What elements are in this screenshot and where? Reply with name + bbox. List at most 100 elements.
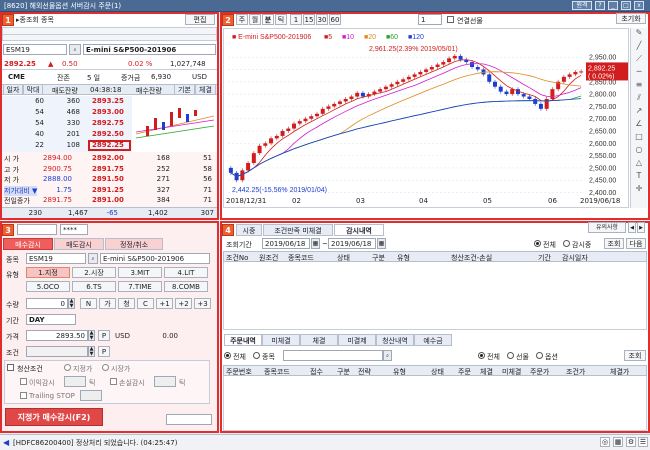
status-icon-c[interactable]: ⚙ [626,437,636,447]
period-input[interactable]: DAY [26,314,76,325]
interval-button[interactable]: 1 [290,14,302,25]
circle-tool-icon[interactable]: ○ [631,145,647,158]
order-search-icon[interactable]: ⌕ [88,253,98,264]
line-tool-icon[interactable]: ╱ [631,41,647,54]
qty-quick-button[interactable]: 청 [118,298,135,309]
order-radio-options[interactable] [536,352,543,359]
bid-price[interactable]: 2891.50 [92,175,124,183]
profit-checkbox[interactable] [20,378,27,385]
bid-price[interactable]: 2891.00 [92,196,124,204]
tab-daily[interactable]: 일자 [3,84,23,95]
calendar-icon-2[interactable]: ▦ [377,238,386,249]
profit-input[interactable] [64,376,86,387]
period-button[interactable]: 틱 [275,14,287,25]
order-symbol-filter[interactable] [283,350,383,361]
order-query-button[interactable]: 조회 [624,350,646,361]
radio-watching[interactable] [563,240,570,247]
symbol-input[interactable]: ESM19 [3,44,67,55]
period-button[interactable]: 월 [249,14,261,25]
qty-quick-button[interactable]: +2 [175,298,192,309]
watch-table-body[interactable] [223,262,647,330]
order-radio-symbol[interactable] [253,352,260,359]
cond-input[interactable] [26,346,88,357]
scroll-right-icon[interactable]: ▶ [637,222,645,233]
qty-quick-button[interactable]: +3 [194,298,211,309]
order-tab[interactable]: 청산내역 [376,334,414,346]
next-button[interactable]: 다음 [626,238,646,249]
ask-price[interactable]: 2893.25 [92,97,124,105]
cond-p-button[interactable]: P [98,346,110,357]
arrow-icon[interactable]: ↗ [631,106,647,119]
order-tab[interactable]: 예수금 [414,334,452,346]
chart-area[interactable]: 2,950.002,900.002,850.002,800.002,750.00… [223,28,629,208]
bid-price[interactable]: 2892.00 [92,154,124,162]
qty-input[interactable]: 0 [26,298,68,309]
status-icon-d[interactable]: ☰ [638,437,648,447]
price-input[interactable]: 2893.50 [26,330,88,341]
toggle-trades[interactable]: 체결 [195,84,216,95]
help-button[interactable]: ? [595,1,605,10]
order-type-button[interactable]: 3.MIT [118,267,162,278]
calendar-icon[interactable]: ▦ [311,238,320,249]
date-from[interactable]: 2019/06/18 [262,238,310,249]
toggle-basic[interactable]: 기본 [174,84,195,95]
trailing-input[interactable] [80,390,102,401]
pen-icon[interactable]: ✎ [631,28,647,41]
minimize-button[interactable]: _ [608,1,618,10]
status-icon-a[interactable]: ◎ [600,437,610,447]
bid-price[interactable]: 2891.75 [92,165,124,173]
scroll-left-icon[interactable]: ◀ [628,222,636,233]
interval-combo[interactable]: 1 [418,14,442,25]
liquidation-checkbox[interactable] [7,364,14,371]
order-type-button[interactable]: 1.지정 [26,267,70,278]
account-combo[interactable] [17,224,57,235]
cond-stepper[interactable]: ▲ ▼ [88,346,95,357]
qty-quick-button[interactable]: C [137,298,154,309]
tab-condition-met[interactable]: 조건만족 미체결 [263,224,333,236]
order-type-button[interactable]: 7.TIME [118,281,162,292]
period-button[interactable]: 주 [236,14,248,25]
status-icon-b[interactable]: ▦ [613,437,623,447]
password-field[interactable]: **** [60,224,88,235]
order-radio-all[interactable] [224,352,231,359]
order-type-button[interactable]: 2.시장 [72,267,116,278]
order-tab[interactable]: 주문내역 [224,334,262,346]
order-tab[interactable]: 미결제 [338,334,376,346]
reset-button[interactable]: 초기화 [616,13,646,24]
radio-limit[interactable] [64,364,71,371]
period-button[interactable]: 분 [262,14,274,25]
order-table-body[interactable] [223,376,647,431]
order-type-button[interactable]: 6.TS [72,281,116,292]
interval-button[interactable]: 60 [329,14,341,25]
horizontal-line-icon[interactable]: ─ [631,67,647,80]
order-type-button[interactable]: 8.COMB [164,281,208,292]
order-filter-search-icon[interactable]: ⌕ [383,350,392,361]
caution-button[interactable]: 유의사항 [588,222,626,233]
search-icon[interactable]: ⌕ [69,44,81,55]
trailing-checkbox[interactable] [20,392,27,399]
price-p-button[interactable]: P [98,330,110,341]
submit-buy-watch-button[interactable]: 지정가 매수감시(F2) [5,408,103,426]
qty-quick-button[interactable]: 가 [99,298,116,309]
rect-tool-icon[interactable]: □ [631,132,647,145]
order-type-button[interactable]: 5.OCO [26,281,70,292]
loss-checkbox[interactable] [110,378,117,385]
tab-watch-history[interactable]: 감시내역 [334,224,384,236]
qty-quick-button[interactable]: +1 [156,298,173,309]
order-tab[interactable]: 미체결 [262,334,300,346]
maximize-button[interactable]: □ [621,1,631,10]
order-type-button[interactable]: 4.LIT [164,267,208,278]
interval-button[interactable]: 30 [316,14,328,25]
trend-tool-icon[interactable]: ⟋ [631,54,647,67]
tab-sell-watch[interactable]: 매도감시 [54,238,104,250]
qty-stepper[interactable]: ▲ ▼ [68,298,75,309]
ask-price[interactable]: 2892.75 [92,119,124,127]
order-radio-b-all[interactable] [478,352,485,359]
angle-icon[interactable]: ∠ [631,119,647,132]
fibo-icon[interactable]: ≡ [631,80,647,93]
close-button[interactable]: x [634,1,644,10]
loss-input[interactable] [154,376,176,387]
order-symbol-input[interactable]: ESM19 [26,253,86,264]
channel-icon[interactable]: ⫽ [631,93,647,106]
query-button[interactable]: 조회 [604,238,624,249]
